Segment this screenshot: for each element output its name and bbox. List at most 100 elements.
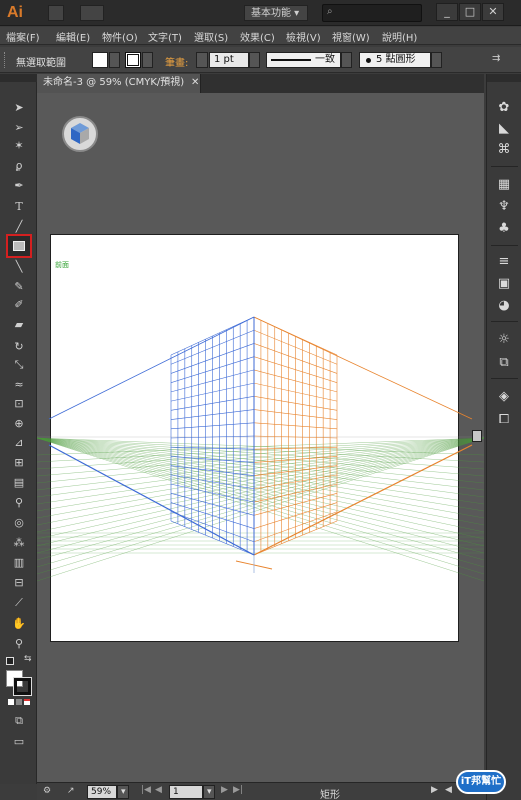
menu-object[interactable]: 物件(O) (102, 29, 138, 44)
gradient-tool-icon[interactable]: ▤ (10, 474, 28, 490)
color-mode-icons[interactable] (8, 699, 30, 707)
direct-selection-tool-icon[interactable]: ➢ (10, 119, 28, 135)
menu-effect[interactable]: 效果(C) (240, 29, 275, 44)
magic-wand-tool-icon[interactable]: ✶ (10, 137, 28, 153)
previous-artboard-icon[interactable]: ◀ (155, 785, 162, 795)
document-tab[interactable]: 未命名-3 @ 59% (CMYK/預視) ✕ (37, 74, 201, 93)
color-panel-icon[interactable]: ✿ (495, 98, 513, 116)
status-share-icon[interactable]: ↗ (67, 786, 75, 796)
drawing-modes-icon[interactable]: ⧉ (10, 713, 28, 729)
lasso-tool-icon[interactable]: ϼ (10, 157, 28, 173)
stroke-weight-dropdown[interactable] (249, 52, 260, 68)
zoom-input[interactable]: 59% (87, 785, 117, 799)
maximize-button[interactable]: □ (459, 3, 481, 21)
symbols-panel-icon[interactable]: ♣ (495, 219, 513, 237)
mesh-tool-icon[interactable]: ⊞ (10, 454, 28, 470)
menu-type[interactable]: 文字(T) (148, 29, 182, 44)
blend-tool-icon[interactable]: ◎ (10, 514, 28, 530)
arrange-documents-icon[interactable] (80, 5, 104, 21)
perspective-grid-tool-icon[interactable]: ⊿ (10, 434, 28, 450)
menu-help[interactable]: 說明(H) (382, 29, 417, 44)
rectangle-tool-icon[interactable] (6, 234, 32, 258)
eraser-tool-icon[interactable]: ▰ (10, 316, 28, 332)
color-icon[interactable] (8, 699, 14, 705)
status-prefs-icon[interactable]: ⚙ (43, 786, 51, 796)
stroke-weight-stepper[interactable] (196, 52, 208, 68)
menu-edit[interactable]: 編輯(E) (56, 29, 90, 44)
status-scroll-left-icon[interactable]: ◀ (445, 785, 452, 795)
perspective-grid[interactable] (37, 93, 484, 782)
artboard-number-input[interactable]: 1 (169, 785, 203, 799)
gradient-panel-icon[interactable]: ▣ (495, 274, 513, 292)
bridge-icon[interactable] (48, 5, 64, 21)
transparency-panel-icon[interactable]: ◕ (495, 296, 513, 314)
artboards-panel-icon[interactable]: ⧠ (495, 410, 513, 428)
type-tool-icon[interactable]: T (10, 198, 28, 214)
stroke-swatch[interactable] (125, 52, 141, 68)
slice-tool-icon[interactable]: ⟋ (10, 595, 28, 611)
artboard-dropdown[interactable]: ▾ (203, 785, 215, 799)
brush-dropdown[interactable] (431, 52, 442, 68)
stroke-dropdown[interactable] (142, 52, 153, 68)
free-transform-tool-icon[interactable]: ⊡ (10, 395, 28, 411)
first-artboard-icon[interactable]: |◀ (141, 785, 151, 795)
none-icon[interactable] (24, 699, 30, 705)
appearance-panel-icon[interactable]: ☼ (495, 330, 513, 348)
menu-file[interactable]: 檔案(F) (6, 29, 40, 44)
kuler-panel-icon[interactable]: ⌘ (495, 140, 513, 158)
stroke-panel-icon[interactable]: ≡ (495, 252, 513, 270)
status-bar: ⚙ ↗ 59% ▾ |◀ ◀ 1 ▾ ▶ ▶| 矩形 ▶ ◀ (37, 782, 486, 800)
search-input[interactable]: ⌕ (322, 4, 422, 22)
pencil-tool-icon[interactable]: ✎ (10, 278, 28, 294)
next-artboard-icon[interactable]: ▶ (221, 785, 228, 795)
warp-tool-icon[interactable]: ≈ (10, 376, 28, 392)
close-button[interactable]: ✕ (482, 3, 504, 21)
swap-colors-icon[interactable]: ⇆ (24, 654, 32, 664)
hand-tool-icon[interactable]: ✋ (10, 615, 28, 631)
zoom-dropdown[interactable]: ▾ (117, 785, 129, 799)
canvas-area[interactable]: 前面 (37, 93, 484, 782)
variable-width-profile[interactable]: 一致 (266, 52, 341, 68)
eyedropper-tool-icon[interactable]: ⚲ (10, 494, 28, 510)
pen-tool-icon[interactable]: ✒ (10, 177, 28, 193)
symbol-sprayer-tool-icon[interactable]: ⁂ (10, 534, 28, 550)
artboard-label: 前面 (55, 261, 69, 269)
line-tool-icon[interactable]: ╱ (10, 218, 28, 234)
fill-swatch[interactable] (92, 52, 108, 68)
zoom-tool-icon[interactable]: ⚲ (10, 635, 28, 651)
selection-status: 無選取範圍 (16, 58, 66, 69)
artboard-tool-icon[interactable]: ⊟ (10, 574, 28, 590)
status-menu-icon[interactable]: ▶ (431, 785, 438, 795)
brushes-panel-icon[interactable]: ♆ (495, 197, 513, 215)
stroke-color-swatch[interactable] (13, 677, 32, 696)
color-guide-panel-icon[interactable]: ◣ (495, 119, 513, 137)
vertical-scrollbar-thumb[interactable] (472, 430, 482, 442)
stroke-weight-input[interactable]: 1 pt (209, 52, 249, 68)
workspace-switcher[interactable]: 基本功能 ▾ (244, 5, 308, 21)
control-panel-menu-icon[interactable]: ⇉ (492, 53, 500, 64)
swatches-panel-icon[interactable]: ▦ (495, 175, 513, 193)
scale-tool-icon[interactable]: ⤡ (10, 357, 28, 373)
last-artboard-icon[interactable]: ▶| (233, 785, 243, 795)
column-graph-tool-icon[interactable]: ▥ (10, 554, 28, 570)
layers-panel-icon[interactable]: ◈ (495, 387, 513, 405)
menu-select[interactable]: 選取(S) (194, 29, 228, 44)
tab-close-icon[interactable]: ✕ (191, 74, 199, 92)
brush-definition[interactable]: 5 點圓形 (359, 52, 431, 68)
paintbrush-tool-icon[interactable]: ╲ (10, 258, 28, 274)
fill-dropdown[interactable] (109, 52, 120, 68)
screen-mode-icon[interactable]: ▭ (10, 733, 28, 749)
profile-dropdown[interactable] (341, 52, 352, 68)
rotate-tool-icon[interactable]: ↻ (10, 338, 28, 354)
selection-tool-icon[interactable]: ➤ (10, 99, 28, 115)
site-watermark: iT邦幫忙 (456, 770, 506, 794)
gradient-icon[interactable] (16, 699, 22, 705)
shape-builder-tool-icon[interactable]: ⊕ (10, 415, 28, 431)
minimize-button[interactable]: _ (436, 3, 458, 21)
menu-window[interactable]: 視窗(W) (332, 29, 370, 44)
graphic-styles-panel-icon[interactable]: ⧉ (495, 353, 513, 371)
menu-view[interactable]: 檢視(V) (286, 29, 321, 44)
default-colors-icon[interactable] (6, 657, 14, 665)
stroke-weight-label[interactable]: 筆畫: (165, 54, 188, 69)
blob-brush-tool-icon[interactable]: ✐ (10, 296, 28, 312)
